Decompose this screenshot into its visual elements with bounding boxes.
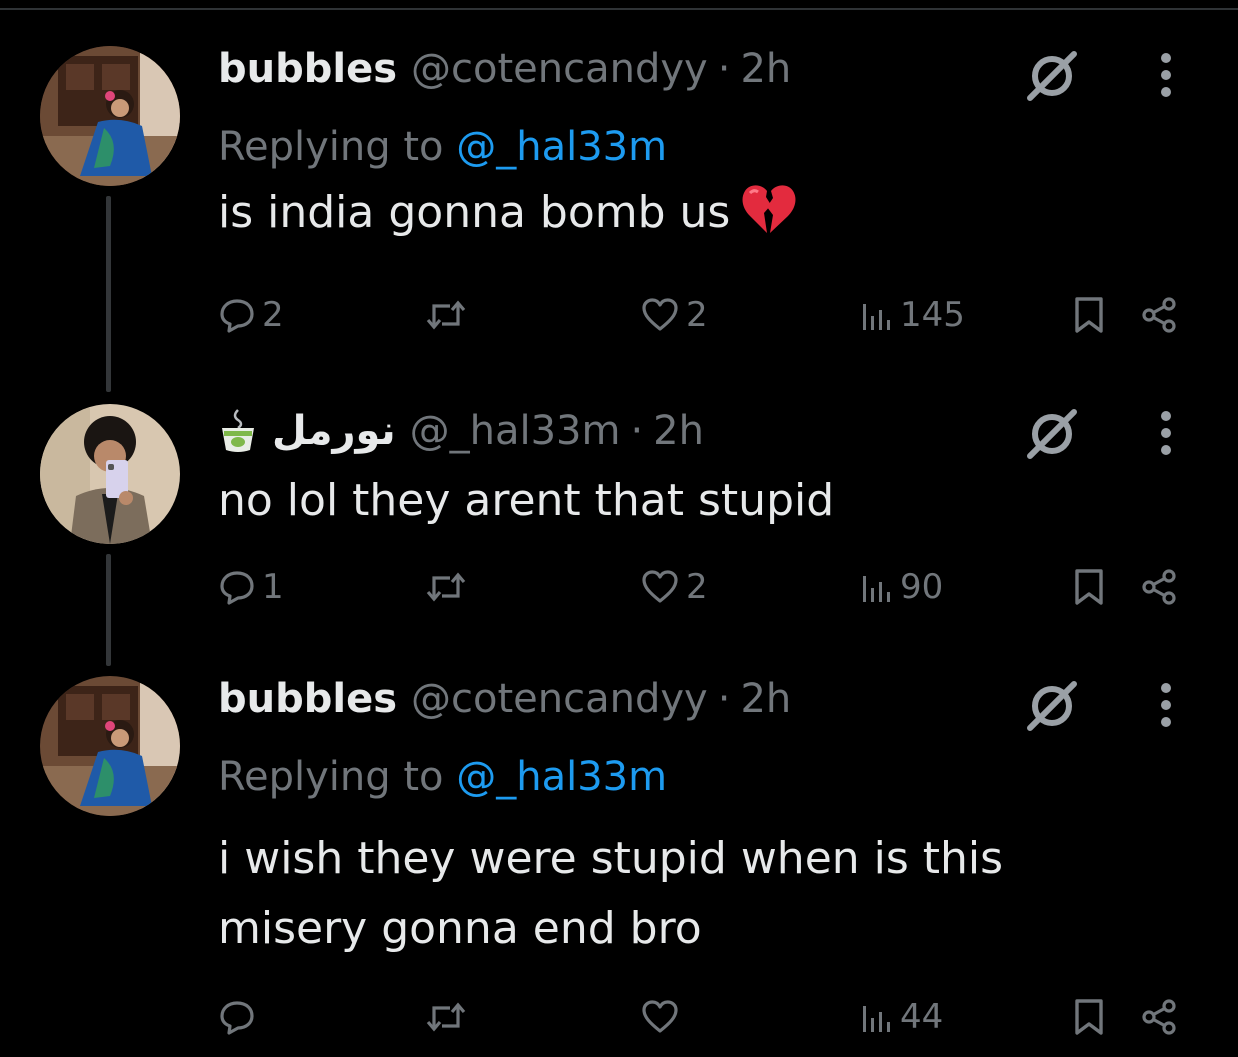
reply-icon	[220, 571, 254, 605]
more-icon[interactable]	[1156, 410, 1176, 456]
repost-icon	[426, 1002, 466, 1032]
user-handle[interactable]: @cotencandyy	[411, 44, 708, 94]
more-icon[interactable]	[1156, 682, 1176, 728]
like-button[interactable]: 2	[640, 562, 708, 612]
reply-count: 2	[262, 295, 284, 335]
tweet-text-body: no lol they arent that stupid	[218, 475, 835, 526]
broken-heart-icon	[740, 183, 798, 235]
tweet-text-line-1: i wish they were stupid when is this	[218, 833, 1004, 884]
views-icon	[863, 1006, 890, 1032]
tweet-header: bubbles @cotencandyy · 2h	[218, 674, 1088, 724]
replying-to: Replying to @_hal33m	[218, 120, 1088, 174]
avatar[interactable]	[40, 404, 180, 544]
like-button[interactable]	[640, 992, 686, 1042]
like-icon	[642, 570, 678, 603]
repost-button[interactable]	[424, 290, 474, 340]
thread-line	[106, 554, 111, 666]
timestamp[interactable]: 2h	[740, 674, 791, 724]
thread-line	[106, 196, 111, 392]
views-button[interactable]: 44	[860, 992, 943, 1042]
reply-count: 1	[262, 567, 284, 607]
tweet-text-line-2: misery gonna end bro	[218, 903, 702, 954]
views-icon	[863, 576, 890, 602]
action-bar: 1 2 90	[210, 562, 1200, 612]
separator-dot: ·	[717, 676, 731, 722]
repost-icon	[426, 300, 466, 330]
share-icon	[1142, 569, 1176, 605]
tweet-header: bubbles @cotencandyy · 2h	[218, 44, 1088, 94]
repost-button[interactable]	[424, 992, 474, 1042]
tweet-text: no lol they arent that stupid	[218, 466, 1088, 536]
timestamp[interactable]: 2h	[740, 44, 791, 94]
share-button[interactable]	[1140, 290, 1178, 340]
tea-cup-icon	[218, 408, 258, 454]
more-icon[interactable]	[1156, 52, 1176, 98]
bookmark-icon	[1075, 569, 1103, 605]
separator-dot: ·	[717, 46, 731, 92]
views-button[interactable]: 90	[860, 562, 943, 612]
like-count: 2	[686, 567, 708, 607]
repost-icon	[426, 572, 466, 602]
tweet-text: is india gonna bomb us	[218, 178, 1088, 248]
replying-to-label: Replying to	[218, 754, 444, 800]
like-icon	[642, 1000, 678, 1033]
views-button[interactable]: 145	[860, 290, 965, 340]
reply-button[interactable]: 1	[218, 562, 284, 612]
reply-button[interactable]	[218, 992, 262, 1042]
display-name[interactable]: bubbles	[218, 674, 397, 724]
action-bar: 44	[210, 992, 1200, 1042]
like-icon	[642, 298, 678, 331]
reply-icon	[220, 1001, 254, 1035]
grok-icon[interactable]	[1022, 50, 1082, 102]
timestamp[interactable]: 2h	[653, 406, 704, 456]
user-handle[interactable]: @cotencandyy	[411, 674, 708, 724]
grok-icon[interactable]	[1022, 680, 1082, 732]
view-count: 44	[900, 997, 944, 1037]
share-button[interactable]	[1140, 992, 1178, 1042]
bookmark-icon	[1075, 999, 1103, 1035]
repost-button[interactable]	[424, 562, 474, 612]
bookmark-button[interactable]	[1072, 290, 1106, 340]
display-name[interactable]: bubbles	[218, 44, 397, 94]
reply-icon	[220, 299, 254, 333]
reply-button[interactable]: 2	[218, 290, 284, 340]
view-count: 145	[900, 295, 965, 335]
like-count: 2	[686, 295, 708, 335]
share-button[interactable]	[1140, 562, 1178, 612]
top-divider	[0, 8, 1238, 10]
tweet-text-body: is india gonna bomb us	[218, 187, 731, 238]
grok-icon[interactable]	[1022, 408, 1082, 460]
tweet-header: نورمل @_hal33m · 2h	[218, 406, 1088, 456]
views-icon	[863, 304, 890, 330]
share-icon	[1142, 297, 1176, 333]
bookmark-button[interactable]	[1072, 562, 1106, 612]
like-button[interactable]: 2	[640, 290, 708, 340]
action-bar: 2 2 145	[210, 290, 1200, 340]
bookmark-icon	[1075, 297, 1103, 333]
separator-dot: ·	[630, 408, 644, 454]
view-count: 90	[900, 567, 944, 607]
avatar[interactable]	[40, 676, 180, 816]
share-icon	[1142, 999, 1176, 1035]
replying-to-label: Replying to	[218, 124, 444, 170]
user-handle[interactable]: @_hal33m	[410, 406, 621, 456]
replying-to-handle[interactable]: @_hal33m	[456, 124, 667, 170]
replying-to: Replying to @_hal33m	[218, 750, 1088, 804]
avatar[interactable]	[40, 46, 180, 186]
display-name[interactable]: نورمل	[272, 406, 396, 456]
replying-to-handle[interactable]: @_hal33m	[456, 754, 667, 800]
tweet-text: i wish they were stupid when is this mis…	[218, 824, 1088, 964]
bookmark-button[interactable]	[1072, 992, 1106, 1042]
